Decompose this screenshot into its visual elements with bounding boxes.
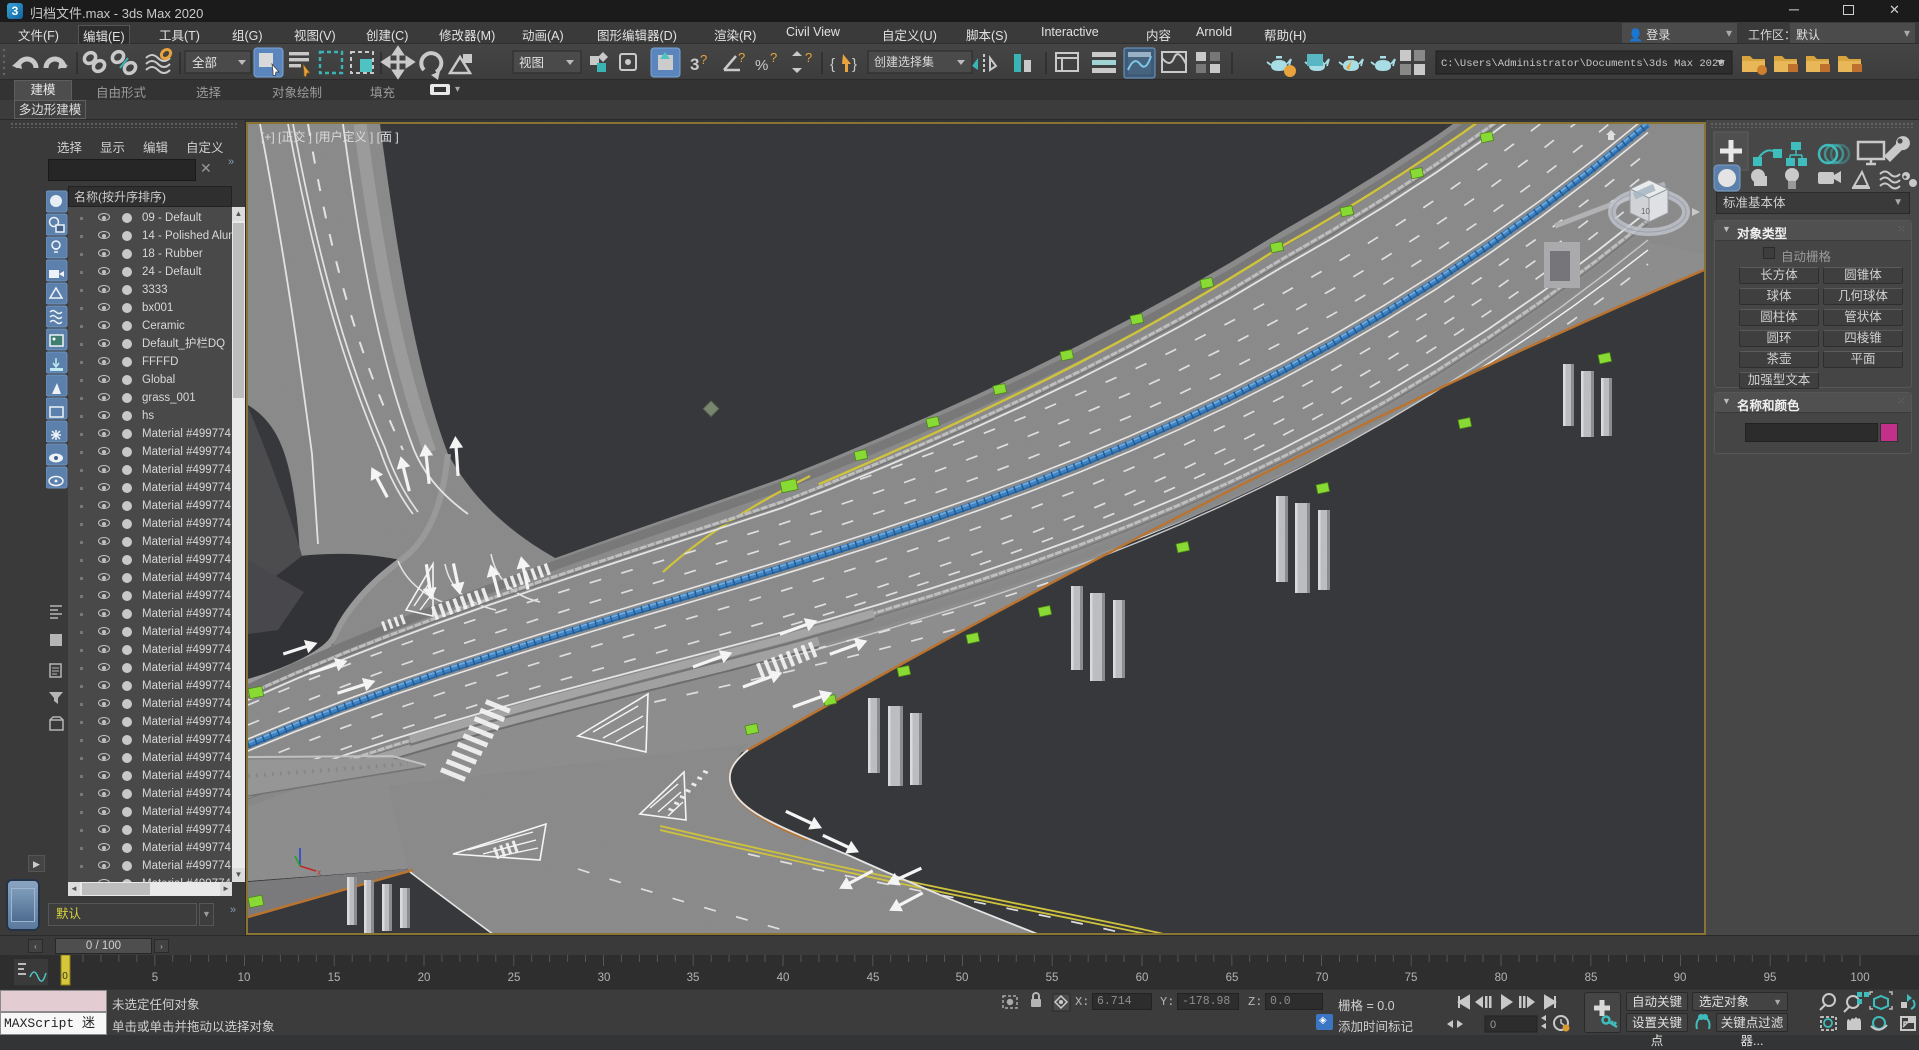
svg-text:40: 40 [777, 972, 790, 984]
svg-text:85: 85 [1585, 972, 1598, 984]
svg-text:55: 55 [1046, 972, 1059, 984]
svg-text:%: % [755, 57, 768, 74]
svg-text:60: 60 [1136, 972, 1149, 984]
svg-text:100: 100 [1850, 972, 1869, 984]
svg-text:50: 50 [956, 972, 969, 984]
svg-text:25: 25 [508, 972, 521, 984]
svg-text:创建选择集: 创建选择集 [874, 54, 934, 69]
svg-text:75: 75 [1405, 972, 1418, 984]
svg-text:?: ? [738, 50, 745, 65]
svg-text:{: { [830, 56, 835, 73]
svg-text:C:\Users\Administrator\Documen: C:\Users\Administrator\Documents\3ds Max… [1441, 58, 1725, 70]
svg-text:?: ? [770, 50, 777, 65]
svg-text:45: 45 [867, 972, 880, 984]
svg-text:95: 95 [1764, 972, 1777, 984]
svg-text:3: 3 [690, 55, 699, 74]
svg-text:70: 70 [1316, 972, 1329, 984]
svg-text:65: 65 [1226, 972, 1239, 984]
svg-text:90: 90 [1674, 972, 1687, 984]
svg-text:80: 80 [1495, 972, 1508, 984]
svg-text:15: 15 [328, 972, 341, 984]
svg-text:视图: 视图 [519, 55, 544, 70]
svg-text:5: 5 [152, 972, 158, 984]
svg-text:10: 10 [238, 972, 251, 984]
svg-text:0: 0 [1490, 1019, 1496, 1031]
svg-text:?: ? [700, 52, 707, 67]
svg-text:?: ? [805, 50, 812, 65]
svg-text:}: } [852, 56, 857, 73]
svg-text:0: 0 [62, 971, 68, 982]
svg-text:20: 20 [418, 972, 431, 984]
svg-text:全部: 全部 [192, 55, 217, 70]
svg-text:30: 30 [598, 972, 611, 984]
svg-text:35: 35 [687, 972, 700, 984]
